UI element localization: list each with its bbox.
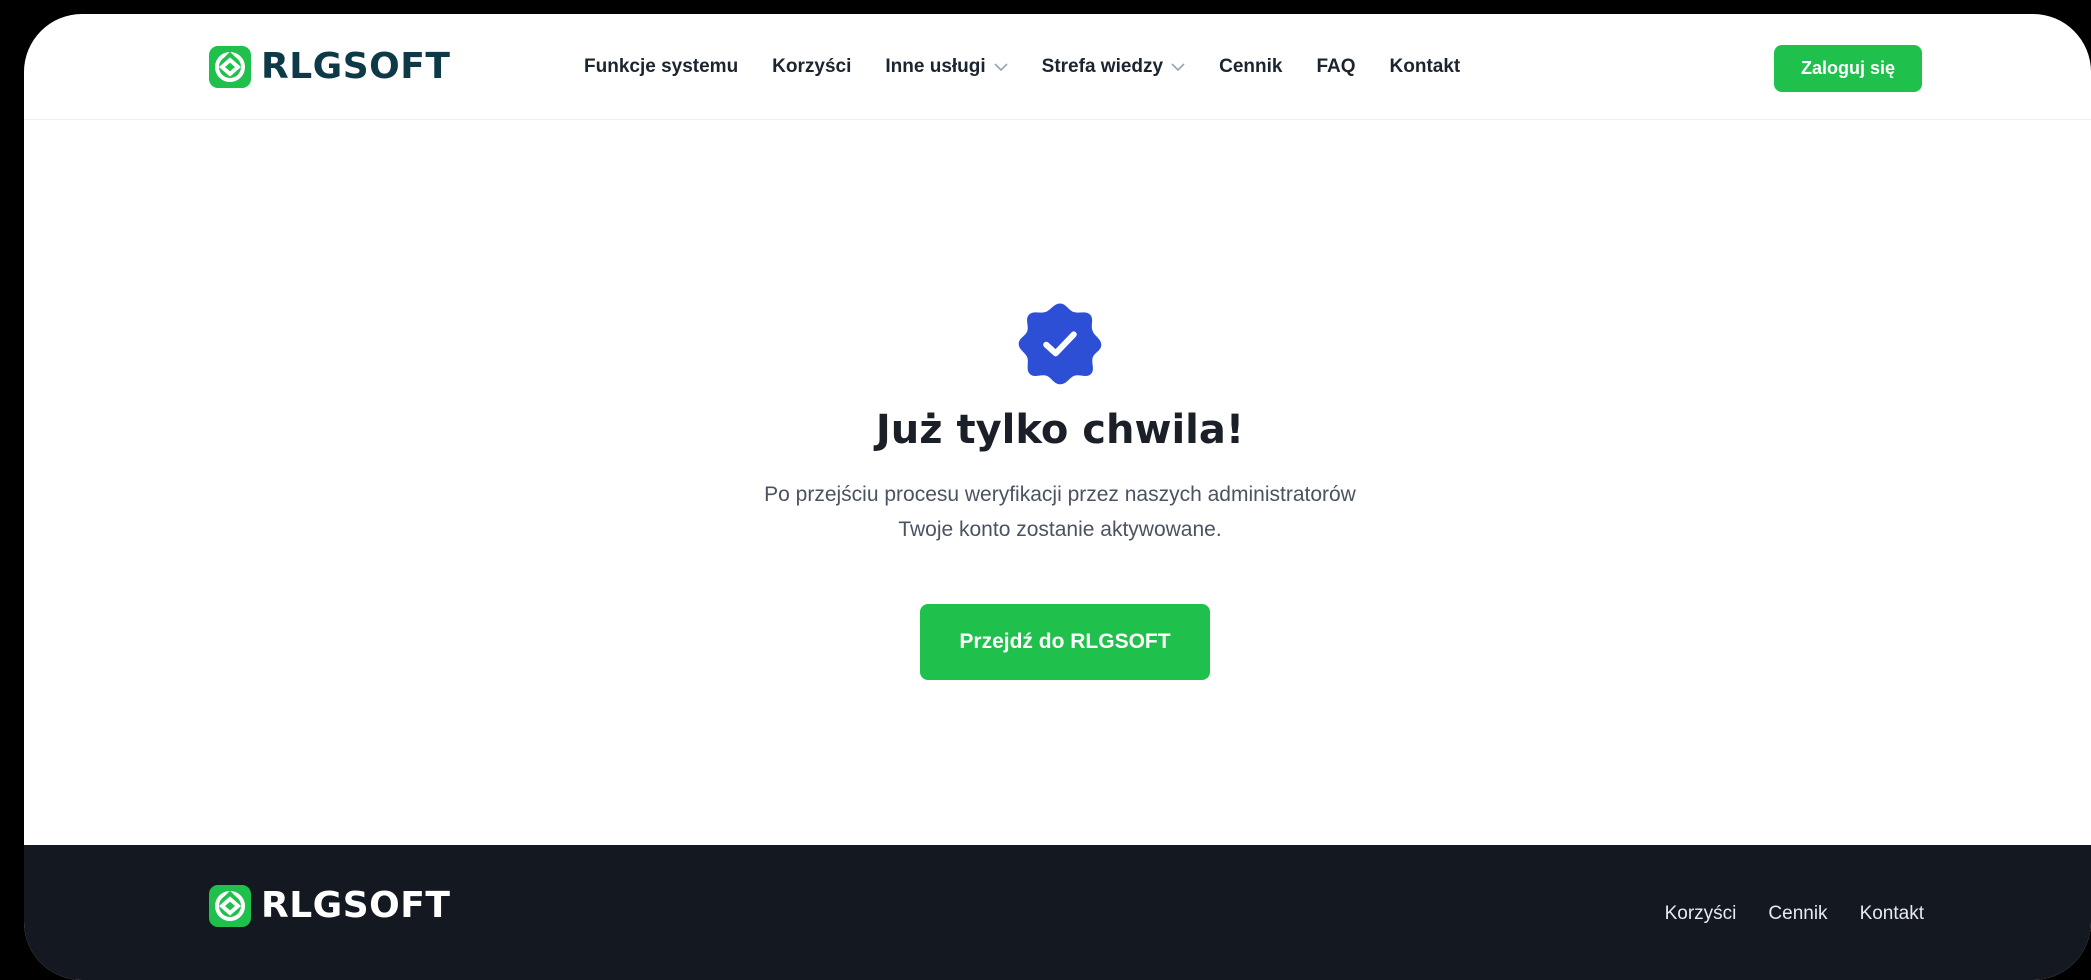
logo-text: RLGSOFT bbox=[261, 46, 451, 87]
footer-link-kontakt[interactable]: Kontakt bbox=[1860, 903, 1924, 925]
go-to-rlgsoft-button[interactable]: Przejdź do RLGSOFT bbox=[920, 604, 1210, 680]
footer-logo[interactable]: RLGSOFT bbox=[209, 885, 450, 927]
site-header: RLGSOFT Funkcje systemu Korzyści Inne us… bbox=[24, 14, 2091, 120]
logo-text: RLGSOFT bbox=[261, 885, 451, 926]
nav-item-label: Cennik bbox=[1219, 56, 1283, 77]
footer-link-cennik[interactable]: Cennik bbox=[1768, 903, 1827, 925]
login-button[interactable]: Zaloguj się bbox=[1774, 45, 1922, 92]
logo-icon bbox=[209, 46, 251, 88]
footer-links: Korzyści Cennik Kontakt bbox=[1665, 903, 1924, 925]
chevron-down-icon bbox=[994, 63, 1008, 72]
nav-item-strefa-wiedzy[interactable]: Strefa wiedzy bbox=[1042, 56, 1185, 78]
nav-item-label: Strefa wiedzy bbox=[1041, 56, 1164, 77]
site-footer: RLGSOFT Korzyści Cennik Kontakt bbox=[24, 845, 2091, 980]
logo-icon bbox=[209, 885, 251, 927]
page-title: Już tylko chwila! bbox=[875, 407, 1245, 453]
nav-item-label: Inne usługi bbox=[885, 56, 986, 77]
nav-item-label: Korzyści bbox=[772, 56, 852, 77]
verification-message: Już tylko chwila! Po przejściu procesu w… bbox=[24, 121, 2091, 845]
header-logo[interactable]: RLGSOFT bbox=[209, 46, 450, 88]
nav-item-kontakt[interactable]: Kontakt bbox=[1390, 56, 1461, 78]
nav-item-cennik[interactable]: Cennik bbox=[1219, 56, 1282, 78]
browser-window: RLGSOFT Funkcje systemu Korzyści Inne us… bbox=[24, 14, 2091, 980]
nav-item-label: FAQ bbox=[1316, 56, 1356, 77]
verified-check-badge-icon bbox=[1018, 303, 1102, 385]
chevron-down-icon bbox=[1171, 63, 1185, 72]
nav-item-faq[interactable]: FAQ bbox=[1316, 56, 1355, 78]
nav-item-funkcje-systemu[interactable]: Funkcje systemu bbox=[584, 56, 738, 78]
nav-item-label: Kontakt bbox=[1389, 56, 1461, 77]
footer-link-korzysci[interactable]: Korzyści bbox=[1665, 903, 1737, 925]
nav-item-korzysci[interactable]: Korzyści bbox=[772, 56, 851, 78]
nav-item-inne-uslugi[interactable]: Inne usługi bbox=[885, 56, 1008, 78]
description-line: Twoje konto zostanie aktywowane. bbox=[898, 518, 1222, 541]
main-nav: Funkcje systemu Korzyści Inne usługi Str… bbox=[584, 52, 1460, 82]
nav-item-label: Funkcje systemu bbox=[584, 56, 739, 77]
description-text: Po przejściu procesu weryfikacji przez n… bbox=[24, 477, 2091, 547]
description-line: Po przejściu procesu weryfikacji przez n… bbox=[764, 483, 1356, 506]
